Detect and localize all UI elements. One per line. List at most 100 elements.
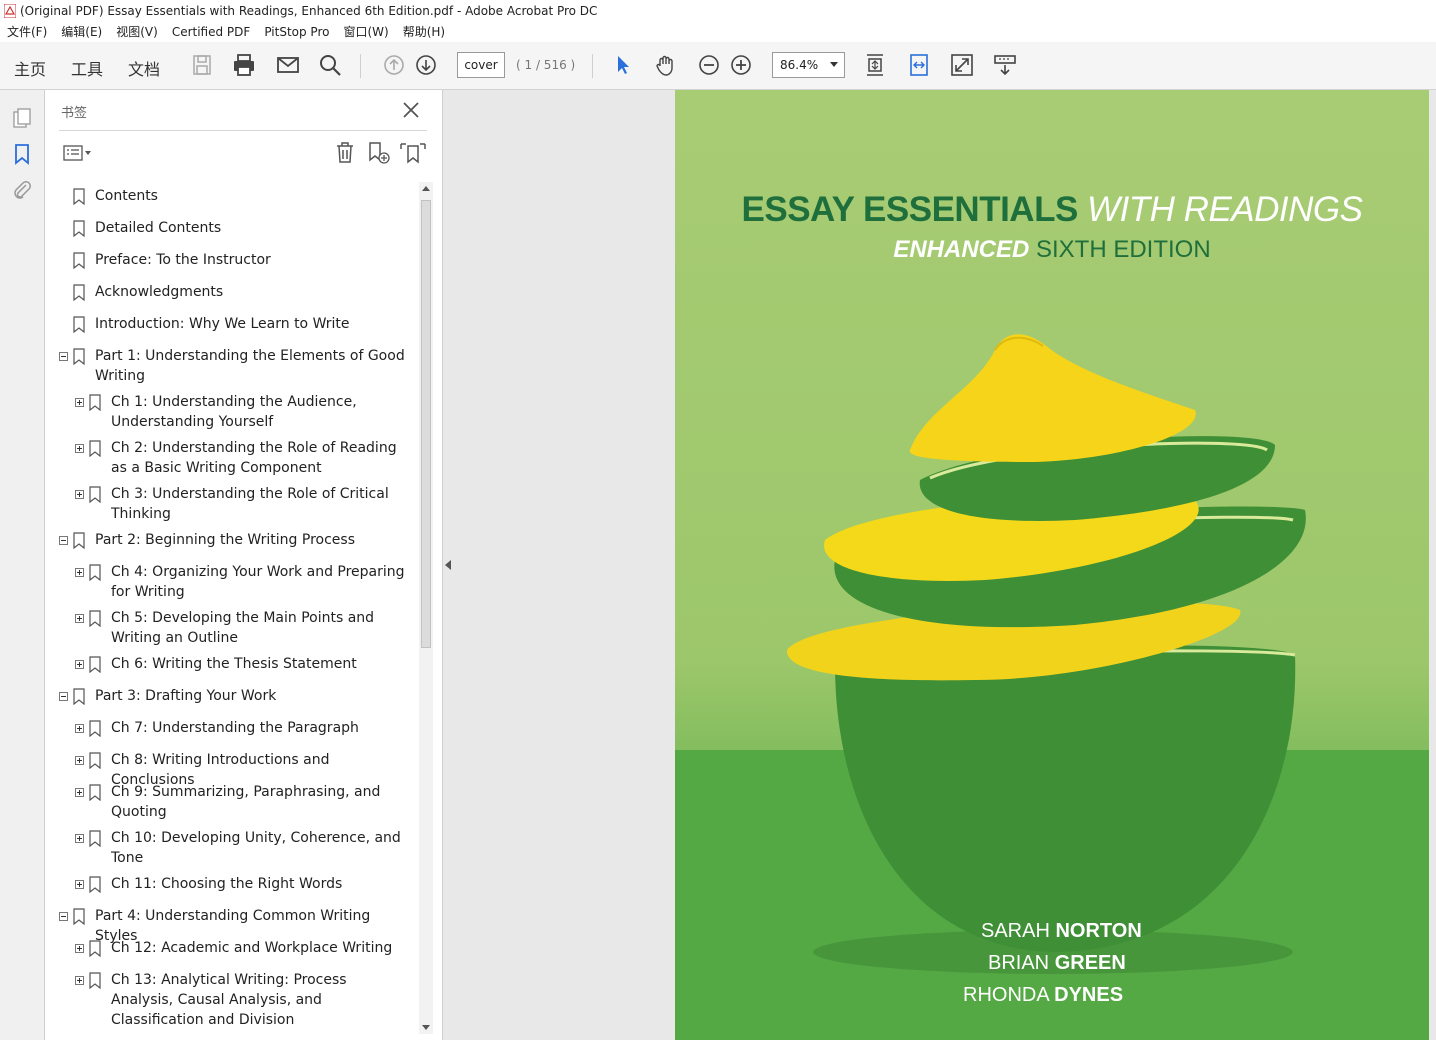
expand-icon[interactable] bbox=[75, 944, 84, 953]
zoom-in-icon[interactable] bbox=[728, 52, 754, 78]
expand-icon[interactable] bbox=[75, 660, 84, 669]
tab-tools[interactable]: 工具 bbox=[71, 56, 103, 80]
edition-enhanced: ENHANCED bbox=[893, 236, 1030, 263]
bookmark-label: Ch 5: Developing the Main Points and Wri… bbox=[111, 610, 375, 646]
bookmark-label: Ch 2: Understanding the Role of Reading … bbox=[111, 440, 397, 476]
menu-help[interactable]: 帮助(H) bbox=[396, 23, 452, 40]
search-icon[interactable] bbox=[317, 52, 343, 78]
fit-page-icon[interactable] bbox=[862, 52, 888, 78]
bookmark-icon bbox=[89, 440, 101, 457]
expand-icon[interactable] bbox=[75, 444, 84, 453]
bookmark-scrollbar[interactable] bbox=[419, 182, 433, 1034]
document-view: ESSAY ESSENTIALS WITH READINGS ENHANCED … bbox=[443, 90, 1436, 1040]
bookmark-item[interactable]: Ch 3: Understanding the Role of Critical… bbox=[75, 484, 415, 524]
bookmark-item[interactable]: Ch 2: Understanding the Role of Reading … bbox=[75, 438, 415, 478]
bookmark-icon bbox=[89, 876, 101, 893]
full-screen-icon[interactable] bbox=[949, 52, 975, 78]
bookmark-item[interactable]: Ch 5: Developing the Main Points and Wri… bbox=[75, 608, 415, 648]
expand-icon[interactable] bbox=[75, 976, 84, 985]
expand-icon[interactable] bbox=[75, 880, 84, 889]
main-toolbar: 主页 工具 文档 cover ( 1 / 516 ) 86.4% bbox=[0, 42, 1436, 94]
previous-page-icon[interactable] bbox=[381, 52, 407, 78]
email-icon[interactable] bbox=[275, 52, 301, 78]
expand-icon[interactable] bbox=[75, 398, 84, 407]
bookmark-icon bbox=[73, 284, 85, 301]
book-cover-page: ESSAY ESSENTIALS WITH READINGS ENHANCED … bbox=[675, 90, 1429, 1040]
expand-bookmark-icon[interactable] bbox=[399, 140, 427, 166]
collapse-icon[interactable] bbox=[59, 692, 68, 701]
print-icon[interactable] bbox=[231, 52, 257, 78]
bookmark-label: Ch 3: Understanding the Role of Critical… bbox=[111, 486, 389, 522]
zoom-level-select[interactable]: 86.4% bbox=[772, 52, 845, 78]
menu-view[interactable]: 视图(V) bbox=[109, 23, 165, 40]
bookmark-item[interactable]: Ch 9: Summarizing, Paraphrasing, and Quo… bbox=[75, 782, 415, 822]
bookmark-item[interactable]: Ch 13: Analytical Writing: Process Analy… bbox=[75, 970, 415, 1032]
menu-window[interactable]: 窗口(W) bbox=[336, 23, 395, 40]
bookmark-icon bbox=[73, 252, 85, 269]
pdf-app-icon bbox=[4, 3, 16, 18]
bookmark-item[interactable]: Part 1: Understanding the Elements of Go… bbox=[59, 346, 415, 386]
expand-icon[interactable] bbox=[75, 834, 84, 843]
author-first-name: SARAH bbox=[981, 920, 1050, 942]
new-bookmark-icon[interactable] bbox=[366, 140, 392, 166]
hand-tool-icon[interactable] bbox=[653, 52, 679, 78]
panel-divider bbox=[59, 130, 427, 131]
collapse-panel-icon[interactable] bbox=[445, 560, 451, 570]
expand-icon[interactable] bbox=[75, 490, 84, 499]
bookmark-label: Part 3: Drafting Your Work bbox=[95, 688, 277, 704]
bookmarks-panel: 书签 Contents Detailed Contents Preface: T… bbox=[45, 90, 443, 1040]
author-last-name: GREEN bbox=[1054, 952, 1126, 974]
page-thumbnails-icon[interactable] bbox=[10, 106, 34, 130]
expand-icon[interactable] bbox=[75, 568, 84, 577]
window-title: (Original PDF) Essay Essentials with Rea… bbox=[20, 3, 598, 18]
bookmark-item[interactable]: Ch 1: Understanding the Audience, Unders… bbox=[75, 392, 415, 432]
cover-edition: ENHANCED SIXTH EDITION bbox=[675, 236, 1429, 264]
attachments-icon[interactable] bbox=[10, 178, 34, 202]
bookmark-item[interactable]: Ch 4: Organizing Your Work and Preparing… bbox=[75, 562, 415, 602]
collapse-icon[interactable] bbox=[59, 352, 68, 361]
bookmark-label: Preface: To the Instructor bbox=[95, 252, 271, 268]
expand-icon[interactable] bbox=[75, 756, 84, 765]
expand-icon[interactable] bbox=[75, 724, 84, 733]
bookmark-icon bbox=[89, 564, 101, 581]
chevron-down-icon bbox=[830, 62, 838, 67]
scroll-up-icon[interactable] bbox=[422, 186, 430, 191]
bookmark-icon bbox=[89, 972, 101, 989]
bookmark-label: Ch 1: Understanding the Audience, Unders… bbox=[111, 394, 357, 430]
menu-file[interactable]: 文件(F) bbox=[0, 23, 54, 40]
bookmark-label: Part 1: Understanding the Elements of Go… bbox=[95, 348, 405, 384]
scroll-down-icon[interactable] bbox=[422, 1025, 430, 1030]
menu-pitstop-pro[interactable]: PitStop Pro bbox=[257, 25, 336, 39]
delete-bookmark-icon[interactable] bbox=[333, 140, 357, 164]
page-number-input[interactable]: cover bbox=[457, 52, 505, 78]
menu-certified-pdf[interactable]: Certified PDF bbox=[165, 25, 258, 39]
tab-home[interactable]: 主页 bbox=[14, 56, 46, 80]
save-icon[interactable] bbox=[189, 52, 215, 78]
author-first-name: BRIAN bbox=[988, 952, 1050, 974]
expand-icon[interactable] bbox=[75, 788, 84, 797]
bookmark-icon bbox=[89, 720, 101, 737]
select-cursor-icon[interactable] bbox=[610, 52, 636, 78]
read-mode-icon[interactable] bbox=[992, 52, 1018, 78]
bookmark-icon bbox=[89, 940, 101, 957]
bookmarks-panel-icon[interactable] bbox=[10, 142, 34, 166]
bookmark-item[interactable]: Ch 10: Developing Unity, Coherence, and … bbox=[75, 828, 415, 868]
close-icon[interactable] bbox=[401, 100, 421, 120]
collapse-icon[interactable] bbox=[59, 536, 68, 545]
author-first-name: RHONDA bbox=[963, 984, 1049, 1006]
scrollbar-thumb[interactable] bbox=[421, 200, 431, 648]
author-name: RHONDA DYNES bbox=[963, 984, 1123, 1007]
collapse-icon[interactable] bbox=[59, 912, 68, 921]
bookmark-icon bbox=[89, 610, 101, 627]
zoom-out-icon[interactable] bbox=[696, 52, 722, 78]
menu-edit[interactable]: 编辑(E) bbox=[54, 23, 109, 40]
expand-icon[interactable] bbox=[75, 614, 84, 623]
fit-width-icon[interactable] bbox=[906, 52, 932, 78]
title-bar: (Original PDF) Essay Essentials with Rea… bbox=[0, 0, 1436, 22]
options-menu-icon[interactable] bbox=[63, 144, 93, 162]
bookmark-tree: Contents Detailed Contents Preface: To t… bbox=[59, 182, 417, 1034]
bookmark-icon bbox=[89, 784, 101, 801]
author-name: SARAH NORTON bbox=[981, 920, 1142, 943]
next-page-icon[interactable] bbox=[413, 52, 439, 78]
tab-document[interactable]: 文档 bbox=[128, 56, 161, 94]
